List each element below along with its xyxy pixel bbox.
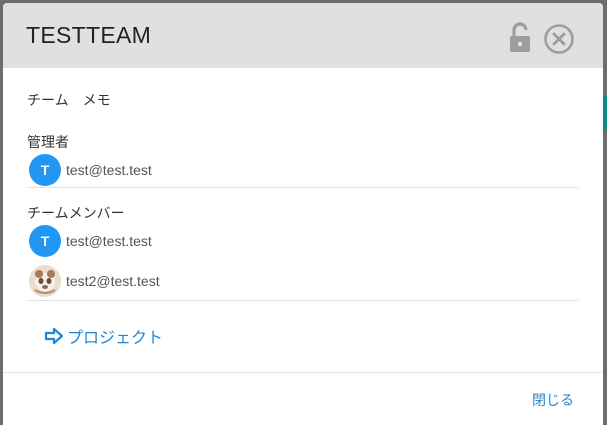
members-label: チームメンバー: [27, 205, 125, 221]
dialog-title: TESTTEAM: [26, 22, 152, 48]
member-email: test@test.test: [66, 162, 152, 178]
divider: [27, 300, 579, 301]
arrow-right-icon: [44, 327, 64, 345]
unlock-icon[interactable]: [506, 22, 534, 54]
footer-divider: [3, 372, 603, 373]
project-link[interactable]: プロジェクト: [44, 324, 163, 348]
admin-item: T test@test.test: [29, 154, 152, 186]
avatar-image: [29, 265, 61, 297]
admins-label: 管理者: [27, 134, 69, 150]
divider: [27, 187, 579, 188]
close-circle-icon[interactable]: [543, 23, 575, 55]
team-memo: チーム メモ: [27, 92, 111, 108]
member-email: test2@test.test: [66, 273, 160, 289]
member-item: T test@test.test: [29, 225, 152, 257]
member-item: test2@test.test: [29, 265, 160, 297]
close-button[interactable]: 閉じる: [532, 390, 574, 410]
dialog-header: TESTTEAM: [3, 3, 603, 68]
team-dialog: TESTTEAM チーム メモ 管理者 T test@test.test チーム…: [3, 3, 603, 425]
member-email: test@test.test: [66, 233, 152, 249]
project-link-label: プロジェクト: [67, 330, 164, 347]
avatar: T: [29, 225, 61, 257]
avatar: T: [29, 154, 61, 186]
